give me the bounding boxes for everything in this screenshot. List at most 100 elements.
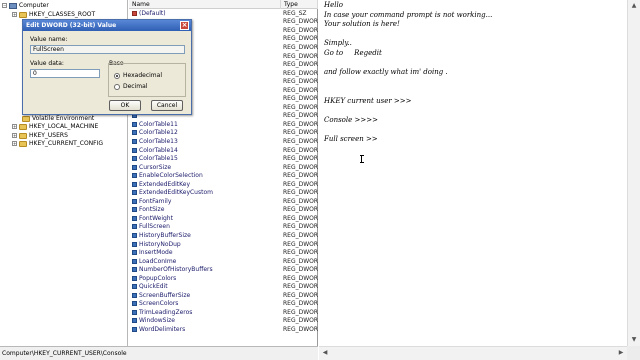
vertical-scrollbar[interactable]: ▲ ▼ [627, 0, 640, 346]
value-row[interactable]: WindowSize REG_DWORD [129, 317, 318, 326]
value-type: REG_DWORD [283, 43, 318, 51]
value-type: REG_DWORD [283, 180, 318, 188]
collapse-icon[interactable]: − [2, 3, 7, 8]
binary-value-icon [132, 275, 137, 281]
value-type: REG_DWORD [283, 163, 318, 171]
value-row[interactable]: ColorTable13 REG_DWORD [129, 137, 318, 146]
horizontal-scrollbar[interactable]: ◀ ▶ [319, 346, 627, 360]
binary-value-icon [132, 224, 137, 230]
binary-value-icon [132, 198, 137, 204]
value-name: PopupColors [139, 274, 177, 282]
value-row[interactable]: InsertMode REG_DWORD [129, 248, 318, 257]
scroll-up-icon[interactable]: ▲ [628, 0, 640, 12]
value-row[interactable]: LoadConIme REG_DWORD [129, 257, 318, 266]
value-row[interactable]: ExtendedEditKey REG_DWORD [129, 180, 318, 189]
base-group: Hexadecimal Decimal [108, 63, 186, 97]
value-type: REG_DWORD [283, 223, 318, 231]
value-row[interactable]: FontSize REG_DWORD [129, 206, 318, 215]
value-row[interactable]: CursorSize REG_DWORD [129, 163, 318, 172]
value-name: NumberOfHistoryBuffers [139, 266, 213, 274]
tree-item[interactable]: − Computer [2, 1, 49, 10]
value-row[interactable]: EnableColorSelection REG_DWORD [129, 171, 318, 180]
radio-hexadecimal-label: Hexadecimal [123, 72, 162, 79]
value-row[interactable]: ScreenColors REG_DWORD [129, 300, 318, 309]
value-row[interactable]: PopupColors REG_DWORD [129, 274, 318, 283]
text-line [324, 30, 492, 40]
radio-button-icon[interactable] [114, 72, 120, 79]
value-data-field[interactable]: 0 [30, 69, 100, 78]
value-row[interactable]: ScreenBufferSize REG_DWORD [129, 291, 318, 300]
radio-decimal[interactable]: Decimal [114, 83, 147, 90]
value-name-cell: ColorTable13 [129, 138, 281, 145]
cancel-button[interactable]: Cancel [151, 100, 183, 111]
radio-hexadecimal[interactable]: Hexadecimal [114, 72, 162, 79]
value-type: REG_DWORD [283, 326, 318, 333]
tree-item[interactable]: + HKEY_CURRENT_CONFIG [12, 139, 103, 148]
value-name-cell: PopupColors [129, 275, 281, 282]
value-row[interactable]: HistoryNoDup REG_DWORD [129, 240, 318, 249]
folder-icon [22, 115, 30, 122]
value-row[interactable]: (Default) REG_SZ [129, 9, 318, 18]
value-type: REG_DWORD [283, 249, 318, 257]
value-row[interactable]: ColorTable15 REG_DWORD [129, 154, 318, 163]
expand-icon[interactable]: + [12, 133, 17, 138]
value-type: REG_DWORD [283, 129, 318, 137]
scroll-right-icon[interactable]: ▶ [615, 347, 627, 359]
column-header-name[interactable]: Name [129, 0, 281, 9]
value-name-cell: NumberOfHistoryBuffers [129, 266, 281, 273]
binary-value-icon [132, 190, 137, 196]
value-name-cell: ScreenColors [129, 300, 281, 307]
value-row[interactable]: NumberOfHistoryBuffers REG_DWORD [129, 265, 318, 274]
value-name: FullScreen [139, 223, 170, 231]
close-button[interactable]: × [180, 21, 189, 30]
value-name-field[interactable]: FullScreen [30, 45, 185, 54]
value-type: REG_DWORD [283, 95, 318, 103]
binary-value-icon [132, 138, 137, 144]
ok-button[interactable]: OK [109, 100, 141, 111]
radio-button-icon[interactable] [114, 83, 120, 90]
scrollbar-corner [627, 346, 640, 360]
value-type: REG_DWORD [283, 86, 318, 94]
dialog-titlebar[interactable]: Edit DWORD (32-bit) Value × [23, 20, 191, 31]
value-name-cell: LoadConIme [129, 258, 281, 265]
value-row[interactable]: FullScreen REG_DWORD [129, 223, 318, 232]
radio-decimal-label: Decimal [123, 83, 148, 90]
value-row[interactable]: ColorTable14 REG_DWORD [129, 146, 318, 155]
value-name: ColorTable15 [139, 155, 178, 163]
value-name-cell: ScreenBufferSize [129, 292, 281, 299]
folder-icon [19, 11, 27, 18]
value-row[interactable]: QuickEdit REG_DWORD [129, 283, 318, 292]
text-line [324, 107, 492, 117]
value-name-cell: TrimLeadingZeros [129, 309, 281, 316]
scroll-down-icon[interactable]: ▼ [628, 334, 640, 346]
column-header-type[interactable]: Type [281, 0, 318, 9]
value-row[interactable]: ColorTable11 REG_DWORD [129, 120, 318, 129]
value-name-cell: WordDelimiters [129, 326, 281, 333]
value-name-cell: EnableColorSelection [129, 172, 281, 179]
binary-value-icon [132, 232, 137, 238]
expand-icon[interactable]: + [12, 12, 17, 17]
note-text[interactable]: Hello In case your command prompt is not … [324, 1, 492, 145]
value-row[interactable]: WordDelimiters REG_DWORD [129, 325, 318, 334]
value-row[interactable]: ColorTable12 REG_DWORD [129, 129, 318, 138]
expand-icon[interactable]: + [12, 124, 17, 129]
value-row[interactable]: FontWeight REG_DWORD [129, 214, 318, 223]
value-type: REG_DWORD [283, 266, 318, 274]
value-name-label: Value name: [30, 36, 68, 43]
value-row[interactable]: TrimLeadingZeros REG_DWORD [129, 308, 318, 317]
value-type: REG_DWORD [283, 35, 318, 43]
value-row[interactable]: ExtendedEditKeyCustom REG_DWORD [129, 188, 318, 197]
value-name-cell: ExtendedEditKey [129, 181, 281, 188]
binary-value-icon [132, 164, 137, 170]
tree-item[interactable]: + HKEY_LOCAL_MACHINE [12, 122, 98, 131]
value-name-cell: QuickEdit [129, 283, 281, 290]
text-line [324, 87, 492, 97]
tree-item-label: HKEY_CLASSES_ROOT [29, 11, 96, 18]
notepad-editor[interactable]: Hello In case your command prompt is not … [319, 0, 640, 360]
tree-item[interactable]: + HKEY_CLASSES_ROOT [12, 10, 95, 19]
expand-icon[interactable]: + [12, 141, 17, 146]
value-row[interactable]: FontFamily REG_DWORD [129, 197, 318, 206]
value-name: ExtendedEditKeyCustom [139, 189, 213, 197]
scroll-left-icon[interactable]: ◀ [319, 347, 331, 359]
value-row[interactable]: HistoryBufferSize REG_DWORD [129, 231, 318, 240]
